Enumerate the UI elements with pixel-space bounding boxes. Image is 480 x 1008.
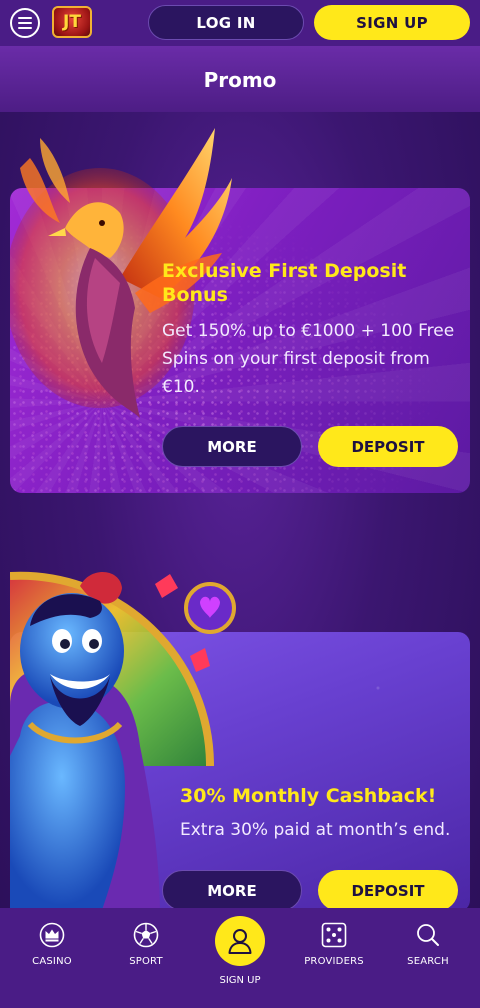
dice-icon — [321, 922, 347, 948]
promo-more-button[interactable]: MORE — [162, 426, 302, 467]
login-button[interactable]: LOG IN — [148, 5, 304, 40]
promo-description: Get 150% up to €1000 + 100 Free Spins on… — [162, 321, 455, 397]
nav-label: SPORT — [129, 956, 163, 967]
site-logo[interactable]: JT — [52, 6, 92, 38]
promo-description: Extra 30% paid at month’s end. — [180, 820, 451, 840]
nav-label-signup: SIGN UP — [219, 975, 261, 986]
promo-deposit-button[interactable]: DEPOSIT — [318, 426, 458, 467]
nav-item-sport[interactable]: SPORT — [101, 922, 191, 967]
soccer-ball-icon — [133, 922, 159, 948]
search-icon — [417, 924, 439, 946]
top-bar: JT LOG IN SIGN UP — [0, 0, 480, 46]
nav-item-casino[interactable]: CASINO — [7, 922, 97, 967]
page-title: Promo — [203, 68, 277, 92]
nav-label: CASINO — [32, 956, 72, 967]
promo-more-button[interactable]: MORE — [162, 870, 302, 911]
nav-item-providers[interactable]: PROVIDERS — [289, 922, 379, 967]
user-icon — [228, 929, 252, 954]
hamburger-menu-icon[interactable] — [10, 8, 40, 38]
promo-title: 30% Monthly Cashback! — [180, 785, 437, 807]
bottom-navigation: CASINO SPORT SIGN UP PROVIDERS SEARCH — [0, 908, 480, 1008]
signup-button[interactable]: SIGN UP — [314, 5, 470, 40]
nav-item-search[interactable]: SEARCH — [383, 922, 473, 967]
promo-title: Exclusive First Deposit Bonus — [162, 260, 407, 306]
nav-label: SEARCH — [407, 956, 449, 967]
genie-illustration — [10, 571, 236, 916]
nav-label: PROVIDERS — [304, 956, 364, 967]
nav-item-signup[interactable] — [215, 916, 265, 966]
promo-deposit-button[interactable]: DEPOSIT — [318, 870, 458, 911]
crown-icon — [39, 922, 65, 948]
